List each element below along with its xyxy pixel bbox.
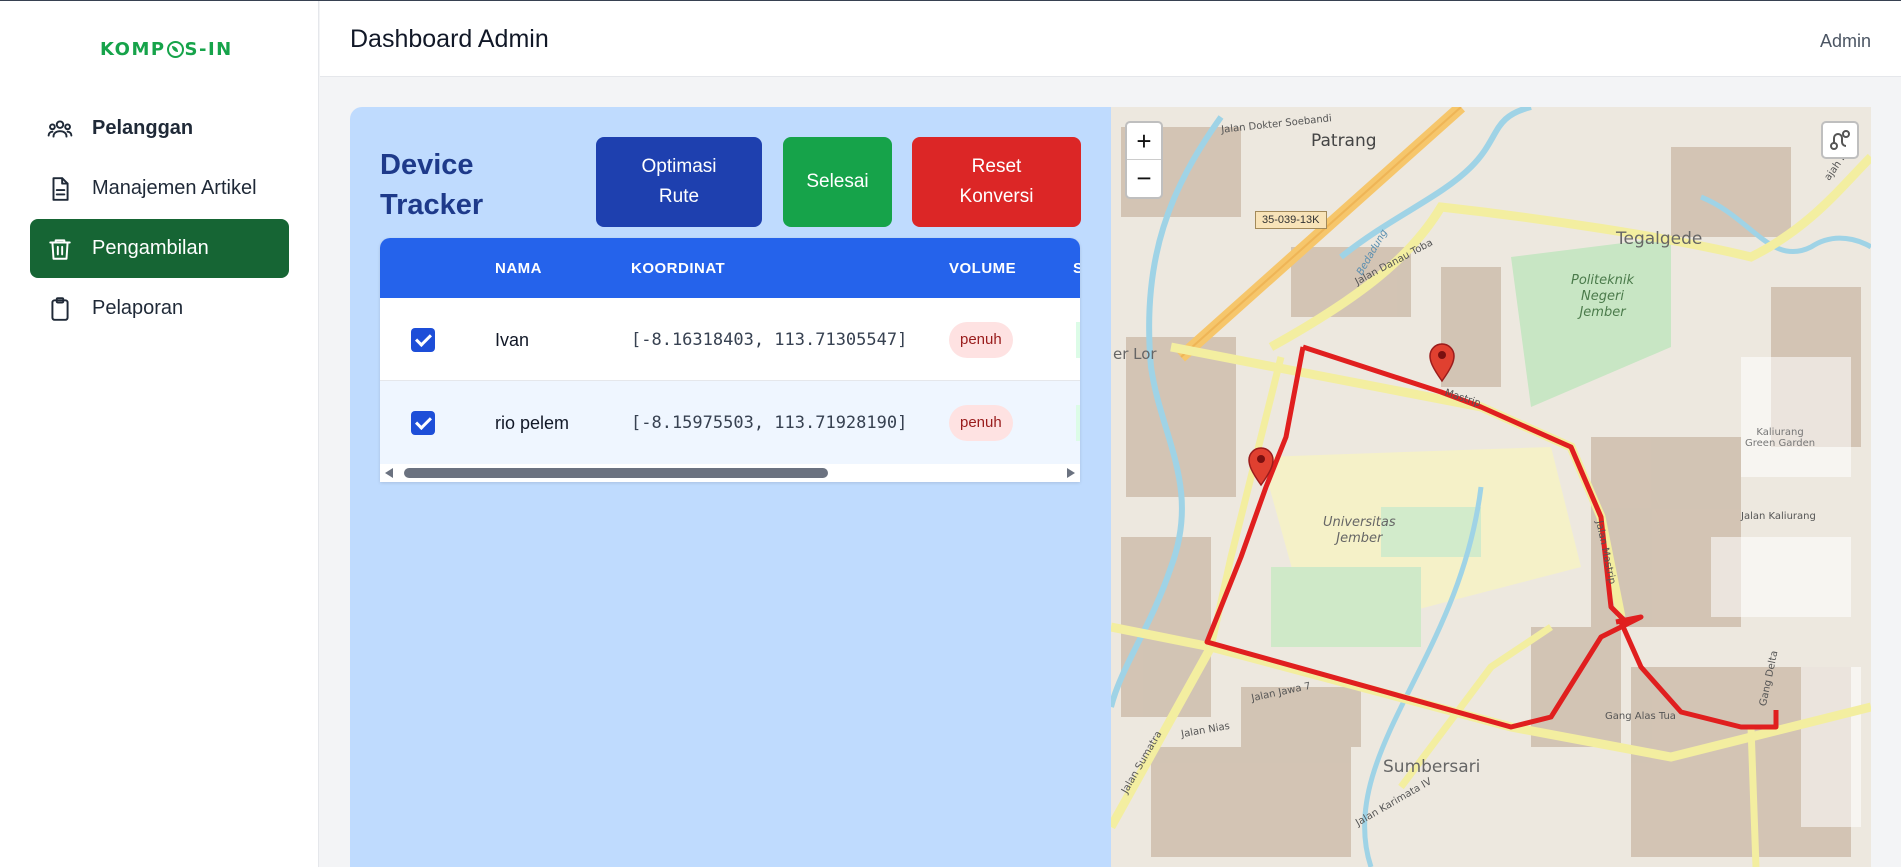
- table-row: Ivan [-8.16318403, 113.71305547] penuh: [380, 298, 1080, 381]
- cell-koordinat: [-8.16318403, 113.71305547]: [631, 330, 908, 350]
- horizontal-scrollbar[interactable]: [380, 464, 1080, 482]
- button-label-line-2: Rute: [658, 186, 700, 207]
- button-label-line-2: Konversi: [959, 186, 1034, 207]
- heading-line-2: Tracker: [380, 189, 484, 221]
- route-map[interactable]: Patrang Tegalgede Politeknik Negeri Jemb…: [1111, 107, 1871, 867]
- map-label-tegalgede: Tegalgede: [1616, 229, 1703, 249]
- sidebar-nav: Pelanggan Manajemen Artikel Pengambilan …: [30, 99, 289, 339]
- column-header-status[interactable]: S: [1073, 260, 1080, 277]
- map-zoom-control: + −: [1125, 121, 1163, 199]
- table-row: rio pelem [-8.15975503, 113.71928190] pe…: [380, 381, 1080, 464]
- heading-line-1: Device: [380, 149, 474, 181]
- page-title: Dashboard Admin: [350, 25, 549, 53]
- users-icon: [46, 115, 74, 143]
- scroll-right-icon[interactable]: [1067, 468, 1075, 478]
- sidebar-item-pelaporan[interactable]: Pelaporan: [30, 279, 289, 338]
- sidebar-item-label: Pelaporan: [92, 297, 184, 319]
- routing-control-button[interactable]: [1821, 121, 1859, 159]
- device-tracker-panel: Device Tracker Optimasi Rute Selesai Res…: [350, 107, 1111, 867]
- button-label: Selesai: [806, 171, 869, 192]
- route-icon: [1830, 130, 1850, 150]
- leaf-icon: [166, 41, 184, 58]
- sidebar-item-pelanggan[interactable]: Pelanggan: [30, 99, 289, 158]
- map-label-politeknik: Politeknik Negeri Jember: [1571, 273, 1635, 320]
- optimasi-rute-button[interactable]: Optimasi Rute: [596, 137, 762, 227]
- column-header-nama[interactable]: NAMA: [495, 260, 542, 277]
- volume-badge: penuh: [949, 405, 1013, 441]
- sidebar-item-pengambilan[interactable]: Pengambilan: [30, 219, 289, 278]
- zoom-out-button[interactable]: −: [1127, 160, 1161, 197]
- zoom-in-button[interactable]: +: [1127, 123, 1161, 160]
- button-label-line-1: Reset: [971, 156, 1022, 177]
- row-checkbox[interactable]: [411, 328, 435, 352]
- map-tiles: [1111, 107, 1871, 867]
- sidebar-item-label: Manajemen Artikel: [92, 177, 257, 199]
- map-label-universitas: Universitas Jember: [1323, 515, 1396, 546]
- map-label-gang-alas-tua: Gang Alas Tua: [1605, 711, 1676, 722]
- status-badge-edge: [1076, 322, 1080, 358]
- device-table: NAMA KOORDINAT VOLUME S Ivan [-8.1631840…: [380, 238, 1080, 482]
- cell-nama: rio pelem: [495, 413, 570, 433]
- map-label-sumbersari: Sumbersari: [1383, 757, 1481, 777]
- map-label-kaliurang: Kaliurang Green Garden: [1745, 427, 1816, 449]
- logo-text-right: S-IN: [184, 39, 233, 60]
- scrollbar-thumb[interactable]: [404, 468, 828, 478]
- cell-koordinat: [-8.15975503, 113.71928190]: [631, 413, 908, 433]
- sidebar-item-label: Pelanggan: [92, 117, 194, 139]
- user-menu[interactable]: Admin: [1820, 31, 1871, 52]
- road-shield: 35-039-13K: [1255, 211, 1327, 229]
- top-header: Dashboard Admin Admin: [320, 1, 1901, 77]
- column-header-volume[interactable]: VOLUME: [949, 260, 1016, 277]
- panel-heading: Device Tracker: [380, 145, 530, 225]
- app-logo[interactable]: KOMP S-IN: [100, 39, 233, 60]
- map-label-er-lor: er Lor: [1113, 345, 1157, 363]
- cell-nama: Ivan: [495, 330, 530, 350]
- sidebar-item-manajemen-artikel[interactable]: Manajemen Artikel: [30, 159, 289, 218]
- map-label-patrang: Patrang: [1311, 131, 1377, 151]
- button-label-line-1: Optimasi: [641, 156, 717, 177]
- column-header-koordinat[interactable]: KOORDINAT: [631, 260, 725, 277]
- selesai-button[interactable]: Selesai: [783, 137, 892, 227]
- table-header: NAMA KOORDINAT VOLUME S: [380, 238, 1080, 298]
- volume-badge: penuh: [949, 322, 1013, 358]
- reset-konversi-button[interactable]: Reset Konversi: [912, 137, 1081, 227]
- row-checkbox[interactable]: [411, 411, 435, 435]
- scroll-left-icon[interactable]: [385, 468, 393, 478]
- map-label-jalan-kaliurang: Jalan Kaliurang: [1741, 511, 1816, 522]
- document-icon: [46, 175, 74, 203]
- trash-icon: [46, 235, 74, 263]
- sidebar: KOMP S-IN Pelanggan Manajemen Artikel Pe…: [0, 1, 319, 867]
- sidebar-item-label: Pengambilan: [92, 237, 209, 259]
- clipboard-icon: [46, 295, 74, 323]
- logo-text-left: KOMP: [100, 39, 166, 60]
- status-badge-edge: [1076, 405, 1080, 441]
